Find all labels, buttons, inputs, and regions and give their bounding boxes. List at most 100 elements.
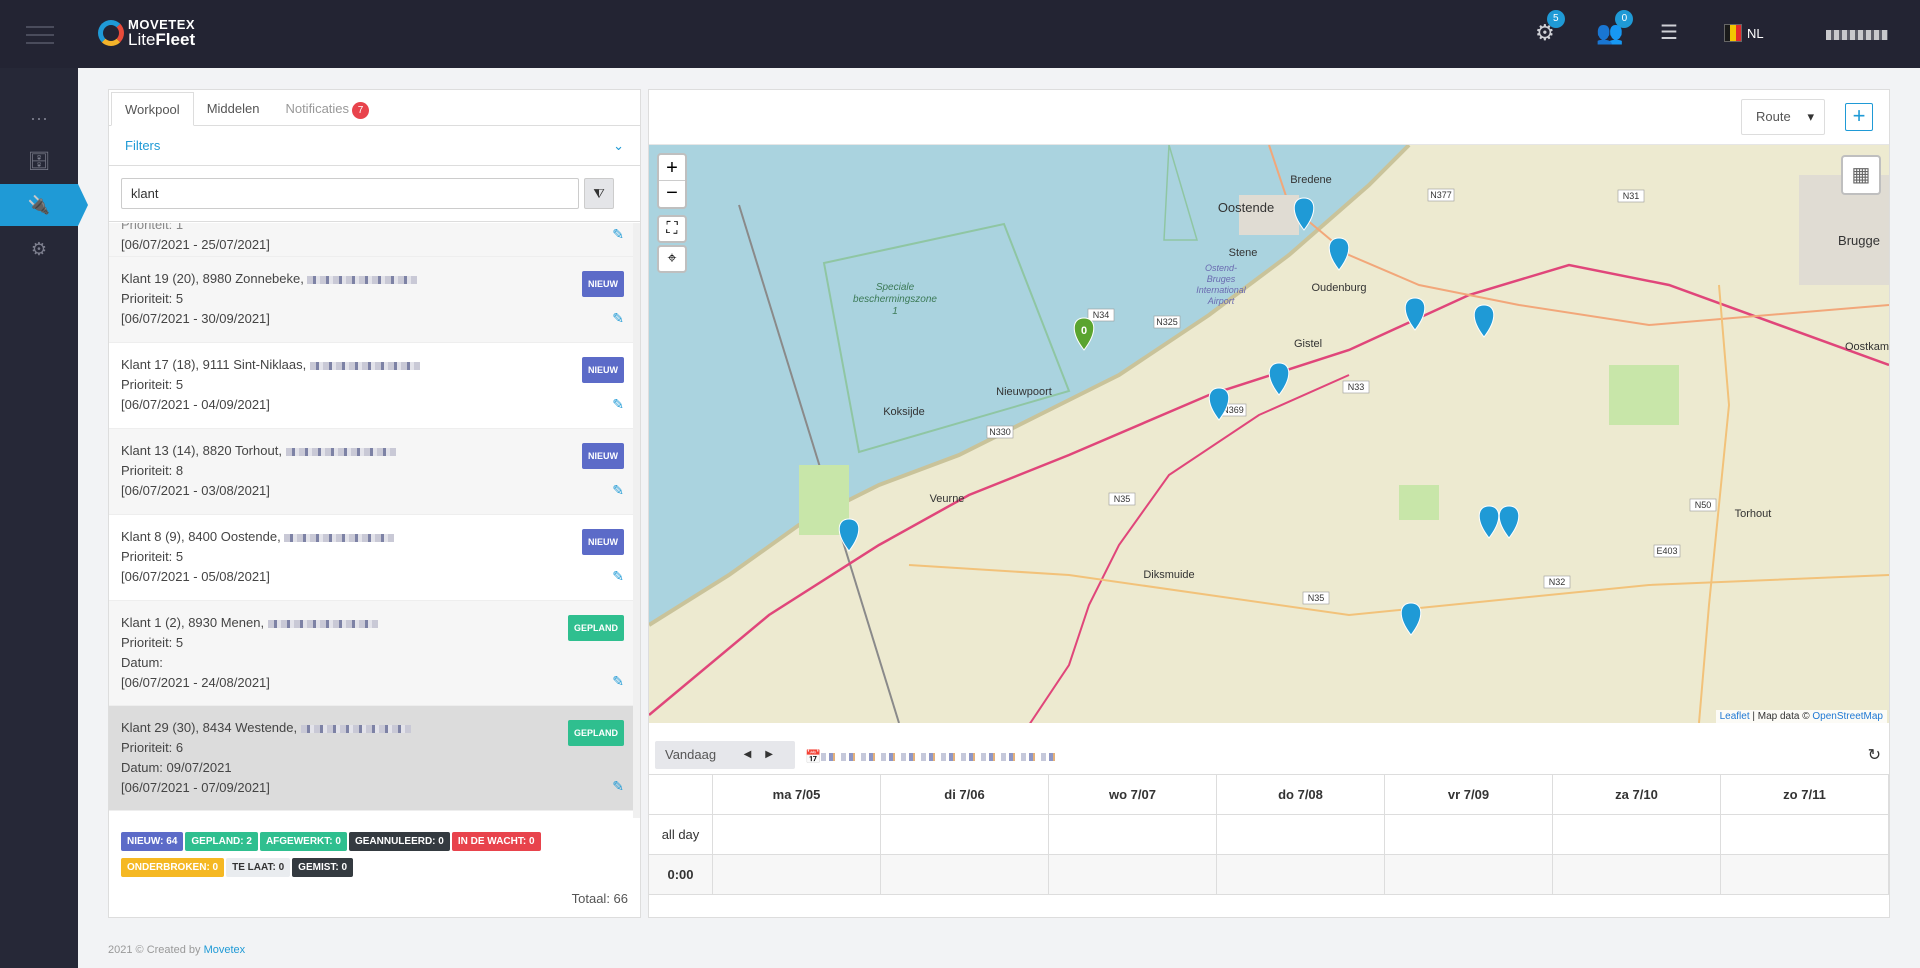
clear-filter-icon[interactable]: ⧨ (584, 178, 614, 209)
location-marker-icon[interactable] (1268, 362, 1290, 396)
status-count-badge[interactable]: GEANNULEERD: 0 (348, 832, 450, 851)
menu-toggle-icon[interactable] (26, 26, 54, 50)
all-day-cell[interactable] (1721, 815, 1889, 854)
list-item[interactable]: Klant 8 (9), 8400 Oostende, Prioriteit: … (109, 515, 640, 601)
item-priority: Prioriteit: 5 (121, 635, 184, 650)
location-marker-icon[interactable] (1473, 304, 1495, 338)
belgium-flag-icon[interactable] (1724, 24, 1742, 42)
layers-icon[interactable]: ▦ (1841, 155, 1881, 195)
calendar-allday-row: all day (649, 815, 1889, 855)
time-slot-cell[interactable] (1721, 855, 1889, 894)
app-logo[interactable]: MOVETEX LiteFleet (98, 18, 195, 48)
location-marker-icon[interactable] (1478, 505, 1500, 539)
add-button[interactable]: + (1845, 103, 1873, 131)
time-slot-cell[interactable] (1553, 855, 1721, 894)
road-text: N33 (1348, 382, 1365, 392)
location-marker-icon[interactable] (1328, 237, 1350, 271)
time-slot-cell[interactable] (881, 855, 1049, 894)
time-slot-cell[interactable] (1049, 855, 1217, 894)
edit-pencil-icon[interactable]: ✎ (612, 308, 624, 328)
edit-pencil-icon[interactable]: ✎ (612, 480, 624, 500)
status-count-badge[interactable]: GEPLAND: 2 (185, 832, 258, 851)
status-count-badge[interactable]: ONDERBROKEN: 0 (121, 858, 225, 877)
item-address-blurred (300, 724, 411, 733)
list-item[interactable]: Klant 29 (30), 8434 Westende, Prioriteit… (109, 706, 640, 811)
map-view[interactable]: Speciale beschermingszone 1 Ostend- Brug… (649, 145, 1889, 723)
day-header[interactable]: di 7/06 (881, 775, 1049, 814)
tab-workpool[interactable]: Workpool (111, 92, 194, 126)
day-header[interactable]: do 7/08 (1217, 775, 1385, 814)
day-header[interactable]: zo 7/11 (1721, 775, 1889, 814)
language-selector[interactable]: NL (1747, 26, 1764, 41)
calendar-icon[interactable]: 📅 (805, 749, 821, 765)
status-badge: GEPLAND (567, 720, 624, 746)
location-marker-icon[interactable] (1404, 297, 1426, 331)
zoom-out-button[interactable]: − (659, 181, 685, 207)
day-header[interactable]: vr 7/09 (1385, 775, 1553, 814)
day-header[interactable]: wo 7/07 (1049, 775, 1217, 814)
logo-mark (98, 20, 124, 46)
list-item[interactable]: Klant 17 (18), 9111 Sint-Niklaas, Priori… (109, 343, 640, 429)
edit-pencil-icon[interactable]: ✎ (612, 566, 624, 586)
motorway-a18b (1029, 374, 1350, 723)
status-count-badge[interactable]: TE LAAT: 0 (226, 858, 291, 877)
status-count-badge[interactable]: AFGEWERKT: 0 (259, 832, 347, 851)
all-day-cell[interactable] (1049, 815, 1217, 854)
list-scrollbar[interactable] (633, 223, 640, 818)
users-icon[interactable]: 👥 0 (1596, 10, 1634, 46)
item-title: Klant 8 (9), 8400 Oostende, (121, 527, 628, 547)
gear-icon[interactable]: ⚙ (0, 228, 78, 270)
today-button[interactable]: Vandaag ◀▶ (655, 741, 795, 769)
tab-notificaties[interactable]: Notificaties 7 (272, 92, 382, 126)
status-count-badge[interactable]: GEMIST: 0 (292, 858, 354, 877)
zoom-control: + − (657, 153, 687, 209)
edit-pencil-icon[interactable]: ✎ (612, 394, 624, 414)
all-day-cell[interactable] (713, 815, 881, 854)
top-navbar: MOVETEX LiteFleet ⚙ 5 👥 0 ☰ NL (0, 0, 1920, 68)
prev-next-arrows-icon[interactable]: ◀▶ (744, 741, 787, 769)
route-select[interactable]: Route (1741, 99, 1825, 135)
plug-icon[interactable]: 🔌 (0, 184, 88, 226)
filters-toggle[interactable]: Filters ⌄ (109, 126, 640, 166)
time-slot-cell[interactable] (713, 855, 881, 894)
forest-2 (1399, 485, 1439, 520)
zone-label-3: 1 (892, 306, 898, 317)
all-day-cell[interactable] (1385, 815, 1553, 854)
more-dots-icon[interactable]: ··· (0, 97, 78, 139)
all-day-cell[interactable] (1217, 815, 1385, 854)
tab-middelen[interactable]: Middelen (194, 92, 273, 126)
refresh-icon[interactable]: ↻ (1868, 745, 1881, 765)
place-label: Nieuwpoort (996, 386, 1052, 398)
edit-pencil-icon[interactable]: ✎ (612, 776, 624, 796)
edit-pencil-icon[interactable]: ✎ (612, 224, 624, 244)
search-input[interactable] (121, 178, 579, 209)
leaflet-link[interactable]: Leaflet (1720, 711, 1750, 722)
user-menu[interactable] (1826, 30, 1888, 40)
sliders-icon[interactable]: ☰ (1660, 20, 1678, 45)
fullscreen-icon[interactable]: ⛶ (657, 215, 687, 243)
place-label: Veurne (930, 493, 965, 505)
day-header[interactable]: ma 7/05 (713, 775, 881, 814)
place-label: Koksijde (883, 406, 925, 418)
locate-icon[interactable]: ⌖ (657, 245, 687, 273)
status-count-badge[interactable]: NIEUW: 64 (121, 832, 184, 851)
location-marker-icon[interactable] (838, 518, 860, 552)
settings-gear-icon[interactable]: ⚙ 5 (1535, 10, 1565, 46)
database-icon[interactable]: 🗄 (0, 140, 78, 182)
all-day-cell[interactable] (1553, 815, 1721, 854)
list-item-partial[interactable]: Prioriteit: 1 [06/07/2021 - 25/07/2021] … (109, 223, 640, 257)
time-slot-cell[interactable] (1217, 855, 1385, 894)
osm-link[interactable]: OpenStreetMap (1812, 711, 1883, 722)
location-marker-icon[interactable] (1498, 505, 1520, 539)
footer-link[interactable]: Movetex (204, 944, 246, 956)
location-marker-icon[interactable] (1400, 602, 1422, 636)
time-slot-cell[interactable] (1385, 855, 1553, 894)
status-count-badge[interactable]: IN DE WACHT: 0 (451, 832, 541, 851)
list-item[interactable]: Klant 19 (20), 8980 Zonnebeke, Prioritei… (109, 257, 640, 343)
all-day-cell[interactable] (881, 815, 1049, 854)
edit-pencil-icon[interactable]: ✎ (612, 671, 624, 691)
list-item[interactable]: Klant 13 (14), 8820 Torhout, Prioriteit:… (109, 429, 640, 515)
day-header[interactable]: za 7/10 (1553, 775, 1721, 814)
zoom-in-button[interactable]: + (659, 155, 685, 181)
list-item[interactable]: Klant 1 (2), 8930 Menen, Prioriteit: 5 Da… (109, 601, 640, 706)
